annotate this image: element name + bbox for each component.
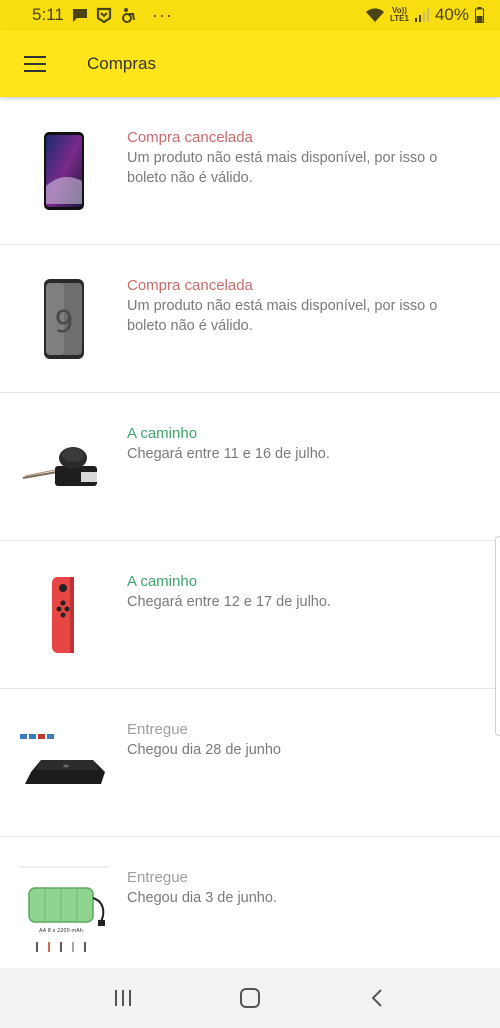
purchase-item[interactable]: A caminho Chegará entre 12 e 17 de julho…: [0, 541, 500, 689]
home-button[interactable]: [230, 978, 270, 1018]
scroll-indicator[interactable]: [495, 536, 500, 736]
battery-icon: [475, 7, 484, 23]
purchase-description: Chegará entre 11 e 16 de julho.: [127, 446, 330, 462]
volte-bottom-label: LTE1: [390, 14, 409, 23]
back-icon: [371, 989, 382, 1007]
purchase-description: Chegará entre 12 e 17 de julho.: [127, 594, 331, 610]
app-bar: Compras: [0, 30, 500, 97]
purchases-list: Compra cancelada Um produto não está mai…: [0, 97, 500, 968]
purchase-item[interactable]: AA 8 x 2200 mAh Entregue Chegou dia 3 de…: [0, 837, 500, 968]
purchase-status: A caminho: [127, 425, 198, 442]
status-bar: 5:11 ··· Vo)) LTE1 40%: [0, 0, 500, 30]
purchase-status: Entregue: [127, 721, 188, 738]
purchase-item[interactable]: 9 Compra cancelada Um produto não está m…: [0, 245, 500, 393]
back-button[interactable]: [357, 978, 397, 1018]
wifi-icon: [366, 7, 384, 23]
svg-text:9: 9: [54, 305, 73, 340]
hamburger-icon: [24, 55, 46, 72]
purchase-status: Compra cancelada: [127, 129, 253, 146]
battery-pack-label: AA 8 x 2200 mAh: [39, 928, 83, 934]
purchase-description: Chegou dia 28 de junho: [127, 742, 281, 758]
purchase-description: Um produto não está mais disponível, por…: [127, 298, 438, 334]
page-title: Compras: [87, 53, 156, 73]
red-controller-icon: [0, 541, 127, 688]
status-time: 5:11: [32, 5, 64, 24]
menu-button[interactable]: [0, 30, 70, 97]
phone-black-icon: [0, 97, 127, 244]
purchase-item[interactable]: Entregue Chegou dia 28 de junho: [0, 689, 500, 837]
volte-indicator: Vo)) LTE1: [390, 7, 409, 23]
recents-button[interactable]: [103, 978, 143, 1018]
home-icon: [239, 988, 260, 1008]
purchase-description: Um produto não está mais disponível, por…: [127, 150, 438, 186]
navigation-bar: [0, 968, 500, 1028]
battery-pack-icon: AA 8 x 2200 mAh: [0, 837, 127, 968]
mercado-app-icon: [96, 7, 112, 23]
accessibility-icon: [120, 7, 136, 23]
purchase-description: Chegou dia 3 de junho.: [127, 890, 277, 906]
purchase-status: A caminho: [127, 573, 198, 590]
charging-pad-icon: [0, 689, 127, 836]
purchase-item[interactable]: A caminho Chegará entre 11 e 16 de julho…: [0, 393, 500, 541]
signal-icon: [414, 8, 429, 22]
purchase-item[interactable]: Compra cancelada Um produto não está mai…: [0, 97, 500, 245]
message-icon: [72, 8, 88, 23]
purchase-status: Compra cancelada: [127, 277, 253, 294]
more-notifications-icon: ···: [151, 4, 173, 25]
recents-icon: [115, 990, 132, 1006]
purchase-status: Entregue: [127, 869, 188, 886]
phone-gray-icon: 9: [0, 245, 127, 392]
joystick-module-icon: [0, 393, 127, 540]
battery-percentage: 40%: [434, 5, 469, 24]
